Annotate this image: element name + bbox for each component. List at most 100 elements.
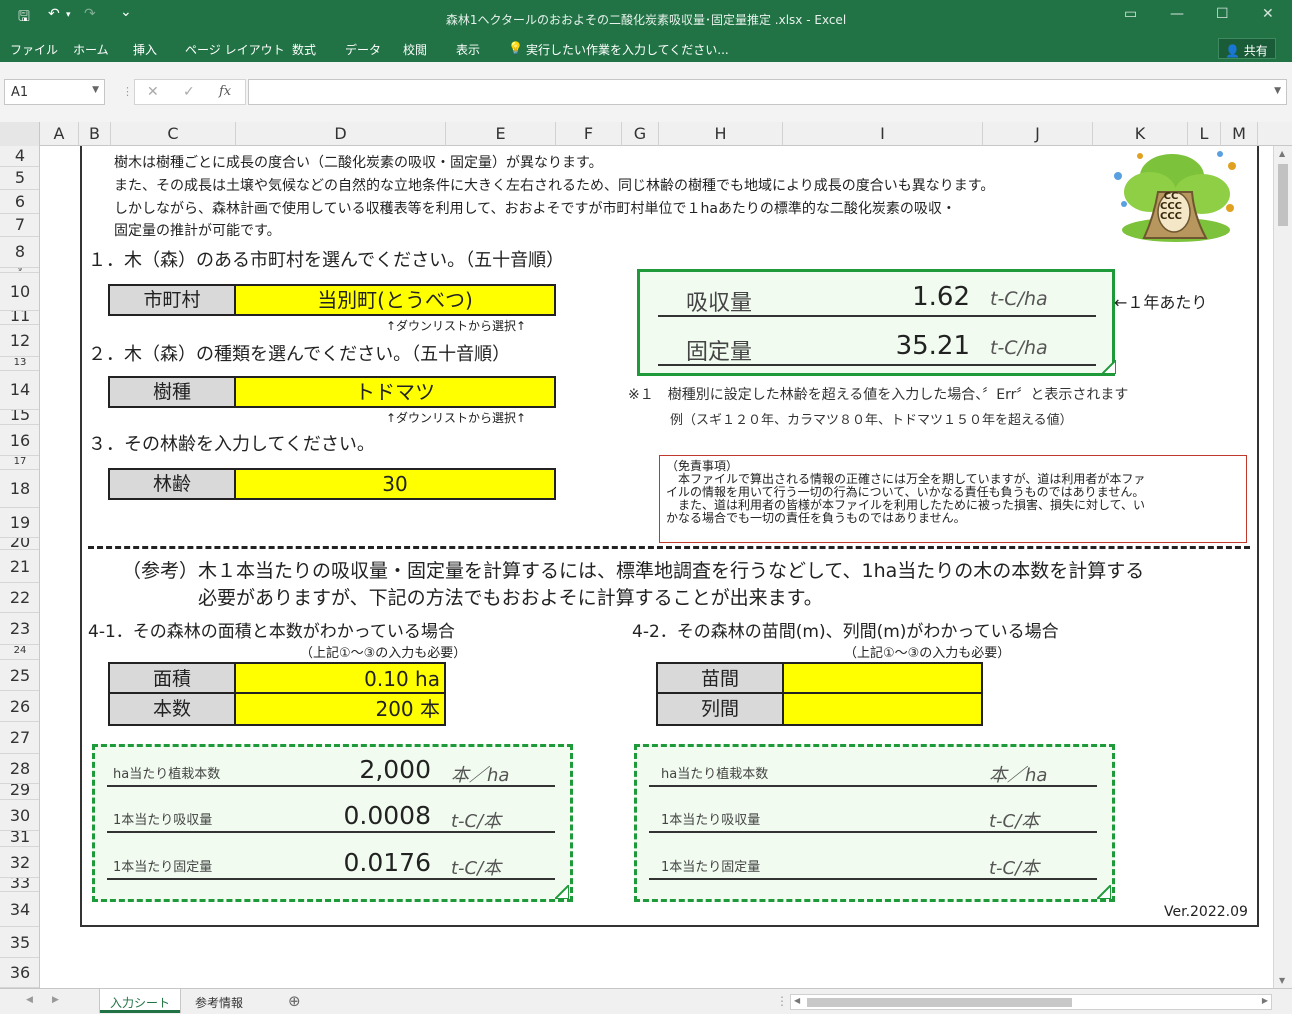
tell-me-search[interactable]: 実行したい作業を入力してください...	[526, 41, 729, 58]
count-input[interactable]: 200 本	[236, 694, 444, 724]
s42-r1-unit: 本／ha	[989, 765, 1048, 786]
col-header-g[interactable]: G	[622, 122, 659, 146]
grip-icon[interactable]: ⋮	[122, 85, 133, 98]
row-header[interactable]: 6	[0, 190, 39, 214]
scroll-down-icon[interactable]: ▼	[1279, 976, 1285, 985]
col-header-k[interactable]: K	[1093, 122, 1188, 146]
s41-sub: （上記①～③の入力も必要）	[300, 646, 467, 661]
ribbon-display-icon[interactable]: ▭	[1124, 6, 1137, 22]
row-header[interactable]: 30	[0, 800, 39, 831]
scroll-right-icon[interactable]: ▶	[1262, 996, 1268, 1005]
area-input[interactable]: 0.10 ha	[236, 664, 444, 692]
row-header[interactable]: 7	[0, 214, 39, 237]
row-header[interactable]: 13	[0, 357, 39, 371]
row-header[interactable]: 5	[0, 167, 39, 190]
row-header[interactable]: 29	[0, 784, 39, 800]
col-header-f[interactable]: F	[556, 122, 622, 146]
col-header-l[interactable]: L	[1188, 122, 1221, 146]
row-header[interactable]: 14	[0, 371, 39, 410]
row-spacing-input[interactable]	[784, 694, 981, 724]
sheet-tab-reference[interactable]: 参考情報	[182, 989, 256, 1013]
col-header-h[interactable]: H	[659, 122, 783, 146]
tab-data[interactable]: データ	[345, 41, 381, 58]
tab-review[interactable]: 校閲	[403, 41, 427, 58]
cancel-icon[interactable]: ✕	[147, 84, 159, 100]
scroll-thumb[interactable]	[807, 998, 1072, 1007]
scroll-up-icon[interactable]: ▲	[1279, 149, 1285, 158]
split-handle-icon[interactable]: ⋮	[776, 994, 788, 1008]
sheet-tab-input[interactable]: 入力シート	[100, 989, 180, 1013]
tab-home[interactable]: ホーム	[73, 41, 109, 58]
row-header[interactable]: 24	[0, 645, 39, 660]
disclaimer-box: （免責事項） 本ファイルで算出される情報の正確さには万全を期していますが、道は利…	[659, 455, 1247, 543]
row-header[interactable]: 32	[0, 847, 39, 878]
row-header[interactable]: 28	[0, 754, 39, 784]
row-header[interactable]: 12	[0, 325, 39, 357]
col-header-a[interactable]: A	[40, 122, 79, 146]
area-row: 面積 0.10 ha	[110, 664, 444, 694]
row-header[interactable]: 27	[0, 722, 39, 754]
tab-view[interactable]: 表示	[456, 41, 480, 58]
row-header[interactable]: 22	[0, 583, 39, 613]
expand-formula-icon[interactable]: ▼	[1274, 86, 1281, 96]
s41-r3-label: 1本当たり固定量	[113, 860, 213, 875]
row-header[interactable]: 23	[0, 613, 39, 645]
horizontal-scrollbar[interactable]: ◀ ▶	[790, 994, 1272, 1010]
scroll-thumb[interactable]	[1278, 164, 1288, 226]
worksheet-grid[interactable]: 樹木は樹種ごとに成長の度合い（二酸化炭素の吸収・固定量）が異なります。 また、そ…	[40, 146, 1273, 988]
col-header-b[interactable]: B	[79, 122, 111, 146]
share-button[interactable]: 👤 共有	[1218, 38, 1276, 59]
maximize-button[interactable]: ☐	[1216, 6, 1229, 22]
row-header[interactable]: 26	[0, 691, 39, 722]
row-header[interactable]: 25	[0, 660, 39, 691]
minimize-button[interactable]: —	[1170, 6, 1184, 22]
vertical-scrollbar[interactable]: ▲ ▼	[1273, 146, 1292, 988]
row-header[interactable]: 20	[0, 538, 39, 550]
next-sheet-icon[interactable]: ▶	[52, 995, 59, 1005]
scroll-left-icon[interactable]: ◀	[794, 996, 800, 1005]
formula-input[interactable]: ▼	[248, 79, 1287, 105]
row-header[interactable]: 34	[0, 892, 39, 927]
s41-r1-value: 2,000	[359, 755, 431, 784]
col-header-e[interactable]: E	[446, 122, 556, 146]
species-select[interactable]: トドマツ	[236, 378, 554, 406]
version-label: Ver.2022.09	[1164, 904, 1248, 920]
tab-insert[interactable]: 挿入	[133, 41, 157, 58]
col-header-m[interactable]: M	[1221, 122, 1258, 146]
add-sheet-icon[interactable]: ⊕	[288, 992, 301, 1010]
age-input[interactable]: 30	[236, 470, 554, 498]
row-header[interactable]: 18	[0, 470, 39, 508]
row-header[interactable]: 33	[0, 878, 39, 892]
tab-page-layout[interactable]: ページ レイアウト	[185, 41, 285, 58]
col-header-c[interactable]: C	[111, 122, 236, 146]
chevron-down-icon[interactable]: ▼	[92, 85, 99, 95]
row-header[interactable]: 16	[0, 425, 39, 456]
select-all-corner[interactable]	[0, 122, 40, 146]
close-button[interactable]: ✕	[1262, 6, 1274, 22]
reference-line-2: 必要がありますが、下記の方法でもおおよそに計算することが出来ます。	[198, 587, 823, 609]
row-header[interactable]: 36	[0, 958, 39, 988]
seed-spacing-input[interactable]	[784, 664, 981, 692]
insert-function-icon[interactable]: fx	[219, 84, 231, 99]
row-header[interactable]: 11	[0, 311, 39, 325]
col-header-i[interactable]: I	[783, 122, 983, 146]
municipality-select[interactable]: 当別町(とうべつ)	[236, 286, 554, 314]
row-header[interactable]: 17	[0, 456, 39, 470]
row-header[interactable]: 19	[0, 508, 39, 538]
row-header[interactable]: 31	[0, 831, 39, 847]
tab-formulas[interactable]: 数式	[292, 41, 316, 58]
row-header[interactable]: 8	[0, 237, 39, 268]
disclaimer-line: かなる場合でも一切の責任を負うものではありません。	[666, 511, 966, 525]
col-header-j[interactable]: J	[983, 122, 1093, 146]
row-header[interactable]: 4	[0, 146, 39, 167]
col-header-d[interactable]: D	[236, 122, 446, 146]
tab-file[interactable]: ファイル	[10, 41, 58, 58]
prev-sheet-icon[interactable]: ◀	[26, 995, 33, 1005]
name-box[interactable]: A1 ▼	[4, 79, 105, 105]
enter-icon[interactable]: ✓	[183, 84, 195, 100]
row-header[interactable]: 15	[0, 410, 39, 425]
row-header[interactable]: 10	[0, 273, 39, 311]
row-header[interactable]: 35	[0, 927, 39, 958]
row-header[interactable]: 21	[0, 550, 39, 583]
underline	[649, 831, 1097, 833]
